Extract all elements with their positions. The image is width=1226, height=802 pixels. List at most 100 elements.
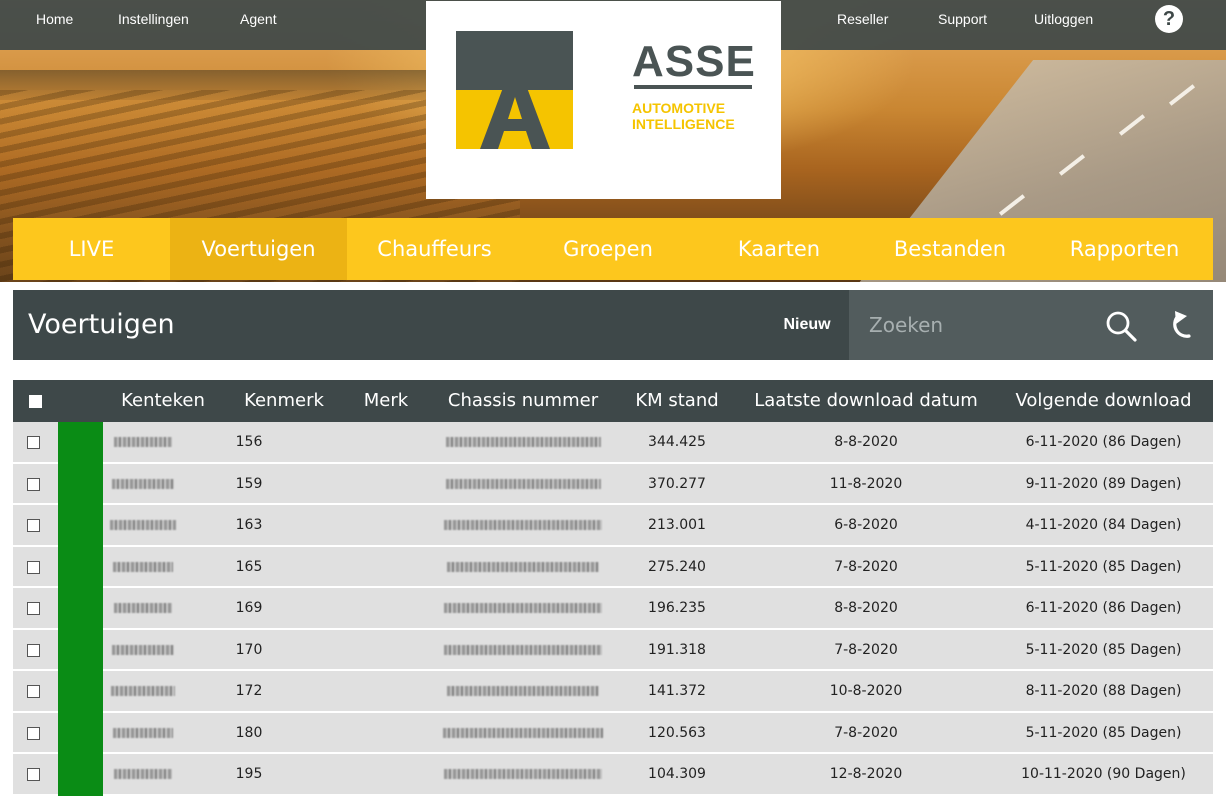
col-volgende-download[interactable]: Volgende download [1006, 380, 1201, 422]
redacted-kenteken [114, 437, 172, 447]
cell-laatste-download: 11-8-2020 [829, 475, 903, 492]
new-button[interactable]: Nieuw [765, 290, 849, 360]
nav-uitloggen[interactable]: Uitloggen [1034, 0, 1093, 38]
nav-reseller[interactable]: Reseller [837, 0, 888, 38]
cell-laatste-download: 6-8-2020 [834, 517, 898, 533]
tab-groepen[interactable]: Groepen [522, 218, 694, 280]
nav-home[interactable]: Home [36, 0, 73, 38]
cell-laatste-download: 8-8-2020 [834, 600, 898, 616]
row-checkbox[interactable] [27, 477, 40, 491]
table-header: Kenteken Kenmerk Merk Chassis nummer KM … [13, 380, 1213, 422]
page-title: Voertuigen [28, 309, 175, 340]
status-indicator [58, 712, 103, 754]
cell-merk [351, 630, 421, 670]
row-checkbox[interactable] [27, 643, 40, 657]
cell-merk [351, 754, 421, 794]
redacted-kenteken [112, 644, 174, 655]
cell-kenteken[interactable] [108, 547, 178, 587]
redacted-kenteken [114, 603, 172, 613]
cell-kenteken[interactable] [108, 588, 178, 628]
table-row[interactable]: 170 191.318 7-8-2020 5-11-2020 (85 Dagen) [13, 629, 1213, 671]
cell-kenteken[interactable] [108, 671, 178, 711]
tab-kaarten[interactable]: Kaarten [694, 218, 864, 280]
nav-agent[interactable]: Agent [240, 0, 277, 38]
redacted-kenteken [114, 769, 172, 779]
status-indicator [58, 546, 103, 588]
cell-laatste-download: 7-8-2020 [834, 641, 898, 658]
col-km-stand[interactable]: KM stand [622, 380, 732, 422]
logo-underline [634, 85, 752, 89]
cell-kenteken[interactable] [108, 422, 178, 462]
status-indicator [58, 463, 103, 505]
table-row[interactable]: 156 344.425 8-8-2020 6-11-2020 (86 Dagen) [13, 422, 1213, 464]
page-header: Voertuigen Nieuw [13, 290, 1213, 360]
redacted-chassis [444, 520, 602, 530]
status-indicator [58, 588, 103, 630]
vehicles-table: Kenteken Kenmerk Merk Chassis nummer KM … [13, 380, 1213, 796]
cell-km-stand: 213.001 [648, 517, 706, 533]
redacted-chassis [444, 769, 602, 779]
select-all-checkbox[interactable] [29, 395, 42, 408]
row-checkbox[interactable] [27, 685, 40, 698]
search-input[interactable] [869, 308, 1099, 342]
cell-kenmerk: 165 [235, 558, 263, 575]
redacted-kenteken [110, 520, 176, 530]
cell-merk [351, 505, 421, 545]
cell-kenmerk: 195 [235, 766, 263, 782]
cell-volgende-download: 5-11-2020 (85 Dagen) [1025, 558, 1182, 575]
table-row[interactable]: 159 370.277 11-8-2020 9-11-2020 (89 Dagen) [13, 463, 1213, 505]
cell-kenmerk: 159 [235, 475, 263, 492]
tab-voertuigen[interactable]: Voertuigen [170, 218, 347, 280]
cell-merk [351, 422, 421, 462]
cell-kenteken[interactable] [108, 505, 178, 545]
cell-kenmerk: 156 [235, 434, 263, 450]
cell-merk [351, 547, 421, 587]
redacted-chassis [445, 478, 601, 489]
tab-bestanden[interactable]: Bestanden [864, 218, 1036, 280]
cell-kenteken[interactable] [108, 754, 178, 794]
search-icon[interactable] [1105, 310, 1137, 342]
logo[interactable]: ASSE AUTOMOTIVE INTELLIGENCE [426, 1, 781, 199]
cell-km-stand: 104.309 [648, 766, 706, 782]
cell-volgende-download: 10-11-2020 (90 Dagen) [1021, 766, 1186, 782]
redacted-kenteken [113, 561, 173, 572]
cell-laatste-download: 8-8-2020 [834, 434, 898, 450]
cell-kenteken[interactable] [108, 464, 178, 504]
row-checkbox[interactable] [27, 436, 40, 449]
tab-live[interactable]: LIVE [13, 218, 170, 280]
cell-kenteken[interactable] [108, 713, 178, 753]
col-kenmerk[interactable]: Kenmerk [234, 380, 334, 422]
cell-km-stand: 141.372 [648, 683, 706, 699]
tab-rapporten[interactable]: Rapporten [1036, 218, 1213, 280]
row-checkbox[interactable] [27, 768, 40, 781]
tab-chauffeurs[interactable]: Chauffeurs [347, 218, 522, 280]
nav-support[interactable]: Support [938, 0, 987, 38]
cell-merk [351, 588, 421, 628]
redacted-kenteken [111, 686, 175, 696]
cell-chassis-nummer [438, 505, 608, 545]
col-merk[interactable]: Merk [351, 380, 421, 422]
question-circle-icon[interactable]: ? [1155, 5, 1183, 33]
row-checkbox[interactable] [27, 726, 40, 740]
row-checkbox[interactable] [27, 519, 40, 532]
cell-km-stand: 120.563 [648, 724, 706, 741]
cell-laatste-download: 7-8-2020 [834, 724, 898, 741]
nav-instellingen[interactable]: Instellingen [118, 0, 189, 38]
col-laatste-download[interactable]: Laatste download datum [746, 380, 986, 422]
table-row[interactable]: 165 275.240 7-8-2020 5-11-2020 (85 Dagen) [13, 546, 1213, 588]
cell-chassis-nummer [438, 464, 608, 504]
cell-kenteken[interactable] [108, 630, 178, 670]
cell-volgende-download: 5-11-2020 (85 Dagen) [1025, 641, 1182, 658]
row-checkbox[interactable] [27, 602, 40, 615]
table-row[interactable]: 172 141.372 10-8-2020 8-11-2020 (88 Dagen) [13, 671, 1213, 713]
redacted-chassis [445, 437, 601, 447]
refresh-icon[interactable] [1167, 309, 1197, 341]
table-row[interactable]: 195 104.309 12-8-2020 10-11-2020 (90 Dagen) [13, 754, 1213, 796]
col-chassis-nummer[interactable]: Chassis nummer [438, 380, 608, 422]
table-row[interactable]: 163 213.001 6-8-2020 4-11-2020 (84 Dagen) [13, 505, 1213, 547]
table-row[interactable]: 169 196.235 8-8-2020 6-11-2020 (86 Dagen) [13, 588, 1213, 630]
col-kenteken[interactable]: Kenteken [108, 380, 218, 422]
table-row[interactable]: 180 120.563 7-8-2020 5-11-2020 (85 Dagen) [13, 712, 1213, 754]
cell-chassis-nummer [438, 422, 608, 462]
row-checkbox[interactable] [27, 560, 40, 574]
